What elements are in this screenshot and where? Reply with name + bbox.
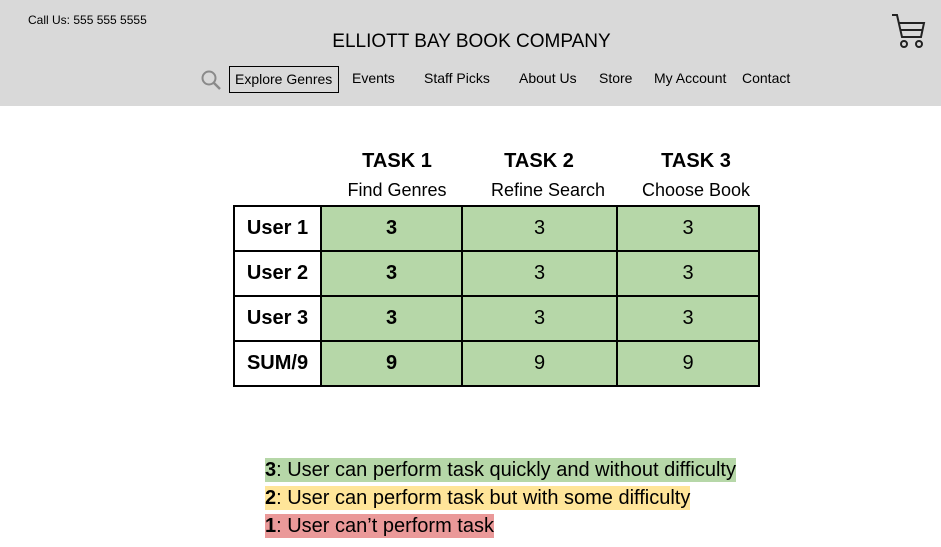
phone-number: Call Us: 555 555 5555 xyxy=(28,13,147,27)
row-label: User 1 xyxy=(233,205,322,252)
nav-staff-picks[interactable]: Staff Picks xyxy=(424,70,490,86)
nav-events[interactable]: Events xyxy=(352,70,395,86)
task-1-title: TASK 1 xyxy=(362,150,432,172)
table-row: User 2 3 3 3 xyxy=(233,250,760,297)
table-cell: 3 xyxy=(320,250,463,297)
legend-text: : User can perform task quickly and with… xyxy=(276,459,736,481)
legend-item-score-1: 1: User can’t perform task xyxy=(265,514,494,538)
table-cell: 3 xyxy=(320,205,463,252)
table-cell: 3 xyxy=(616,205,760,252)
table-cell: 3 xyxy=(616,250,760,297)
table-cell: 3 xyxy=(461,205,618,252)
legend-score: 3 xyxy=(265,459,277,481)
table-cell: 3 xyxy=(616,295,760,342)
row-label: SUM/9 xyxy=(233,340,322,387)
nav-explore-genres[interactable]: Explore Genres xyxy=(229,66,340,93)
task-2-title: TASK 2 xyxy=(504,150,574,172)
row-label: User 3 xyxy=(233,295,322,342)
site-header: Call Us: 555 555 5555 ELLIOTT BAY BOOK C… xyxy=(0,0,941,106)
task-2-subtitle: Refine Search xyxy=(490,180,606,200)
legend-item-score-3: 3: User can perform task quickly and wit… xyxy=(265,458,736,482)
task-3-subtitle: Choose Book xyxy=(641,180,751,200)
table-cell: 9 xyxy=(461,340,618,387)
table-cell: 3 xyxy=(461,250,618,297)
brand-title[interactable]: ELLIOTT BAY BOOK COMPANY xyxy=(0,31,941,53)
table-cell: 3 xyxy=(320,295,463,342)
nav-about-us[interactable]: About Us xyxy=(519,70,577,86)
table-cell: 9 xyxy=(616,340,760,387)
legend-text: : User can’t perform task xyxy=(276,515,494,537)
table-row: SUM/9 9 9 9 xyxy=(233,340,760,387)
legend-score: 1 xyxy=(265,515,277,537)
usability-results-table: User 1 3 3 3 User 2 3 3 3 User 3 3 3 3 S… xyxy=(233,205,760,387)
nav-store[interactable]: Store xyxy=(599,70,632,86)
table-cell: 3 xyxy=(461,295,618,342)
legend-text: : User can perform task but with some di… xyxy=(276,487,691,509)
legend-score: 2 xyxy=(265,487,277,509)
legend-item-score-2: 2: User can perform task but with some d… xyxy=(265,486,691,510)
task-1-subtitle: Find Genres xyxy=(347,180,447,200)
table-row: User 1 3 3 3 xyxy=(233,205,760,252)
table-cell: 9 xyxy=(320,340,463,387)
nav-contact[interactable]: Contact xyxy=(742,70,790,86)
search-icon[interactable] xyxy=(199,68,223,92)
row-label: User 2 xyxy=(233,250,322,297)
nav-my-account[interactable]: My Account xyxy=(654,70,726,86)
cart-icon[interactable] xyxy=(888,12,928,52)
table-row: User 3 3 3 3 xyxy=(233,295,760,342)
task-3-title: TASK 3 xyxy=(661,150,731,172)
